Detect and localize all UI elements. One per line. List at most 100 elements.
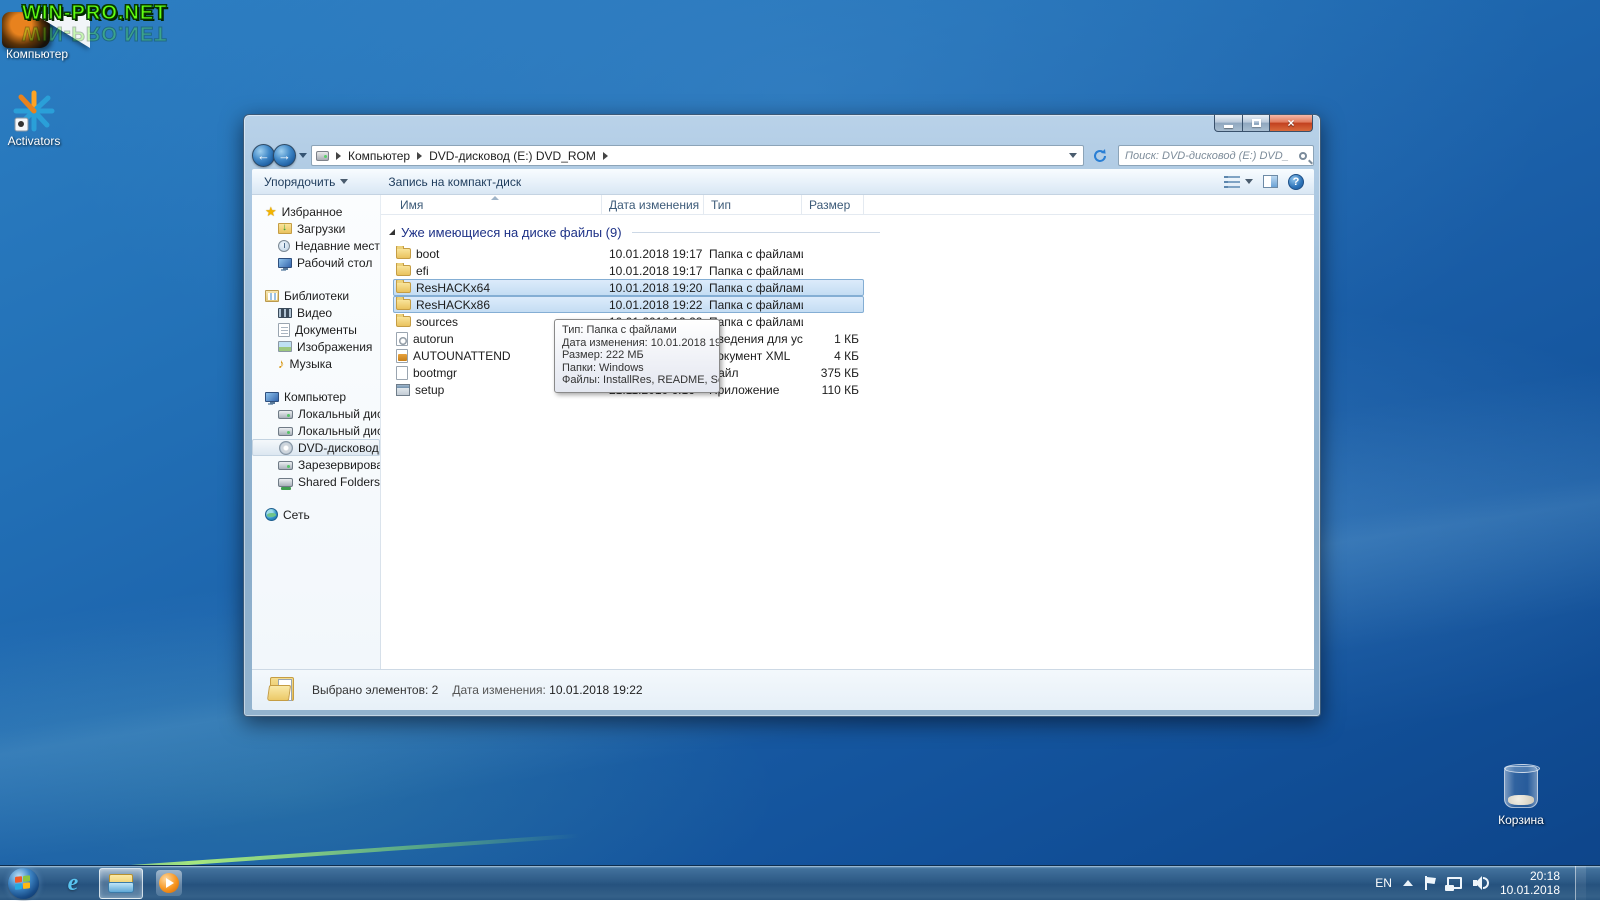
address-bar[interactable]: Компьютер DVD-дисковод (E:) DVD_ROM — [311, 145, 1084, 166]
organize-label: Упорядочить — [264, 175, 335, 189]
file-name: ResHACKx86 — [416, 298, 490, 312]
sidebar-label: Избранное — [282, 205, 343, 219]
column-header-date[interactable]: Дата изменения — [602, 195, 704, 214]
music-icon: ♪ — [278, 358, 285, 370]
change-view-button[interactable] — [1224, 176, 1253, 188]
file-row-reshackx64[interactable]: ResHACKx64 10.01.2018 19:20 Папка с файл… — [393, 279, 864, 296]
sidebar-item-pictures[interactable]: Изображения — [252, 338, 380, 355]
sidebar-item-documents[interactable]: Документы — [252, 321, 380, 338]
sidebar-item-network[interactable]: Сеть — [252, 506, 380, 523]
taskbar-item-internet-explorer[interactable]: e — [51, 868, 95, 899]
file-rows: boot 10.01.2018 19:17 Папка с файлами ef… — [381, 245, 1314, 398]
burn-disc-button[interactable]: Запись на компакт-диск — [376, 171, 533, 193]
sidebar-item-video[interactable]: Видео — [252, 304, 380, 321]
action-center-flag-icon[interactable] — [1424, 876, 1436, 890]
sidebar-item-music[interactable]: ♪ Музыка — [252, 355, 380, 372]
chevron-down-icon — [340, 179, 348, 184]
file-name: autorun — [413, 332, 454, 346]
blank-file-icon — [396, 366, 408, 380]
sidebar-label: Видео — [297, 306, 332, 320]
file-size — [803, 314, 859, 329]
group-header-label: Уже имеющиеся на диске файлы (9) — [401, 225, 622, 240]
windows-flag-icon — [15, 875, 31, 891]
network-tray-icon[interactable] — [1447, 877, 1462, 889]
column-label: Имя — [400, 198, 423, 212]
taskbar-item-media-player[interactable] — [147, 868, 191, 899]
sidebar-item-disk-c[interactable]: Локальный диск (C — [252, 405, 380, 422]
folder-info-tooltip: Тип: Папка с файлами Дата изменения: 10.… — [554, 319, 720, 393]
search-input[interactable] — [1119, 150, 1289, 162]
search-box[interactable] — [1118, 145, 1314, 166]
minimize-button[interactable] — [1214, 115, 1243, 132]
sidebar-item-libraries[interactable]: Библиотеки — [252, 287, 380, 304]
file-size: 1 КБ — [803, 331, 859, 346]
sidebar-item-desktop[interactable]: Рабочий стол — [252, 254, 380, 271]
recycle-bin-icon — [1504, 766, 1538, 808]
close-button[interactable]: × — [1270, 115, 1313, 132]
help-button[interactable]: ? — [1288, 174, 1304, 190]
back-button[interactable]: ← — [252, 144, 275, 167]
desktop-icon-recycle-bin[interactable]: Корзина — [1482, 766, 1560, 827]
sidebar-item-reserved[interactable]: Зарезервировано с — [252, 456, 380, 473]
file-name: ResHACKx64 — [416, 281, 490, 295]
file-size: 375 КБ — [803, 365, 859, 380]
show-desktop-button[interactable] — [1575, 866, 1586, 901]
sidebar-item-downloads[interactable]: Загрузки — [252, 220, 380, 237]
star-icon: ★ — [265, 205, 277, 218]
folder-icon — [396, 265, 411, 276]
sidebar-item-recent[interactable]: Недавние места — [252, 237, 380, 254]
desktop-icon-activators[interactable]: Activators — [4, 88, 64, 148]
show-hidden-icons-button[interactable] — [1403, 880, 1413, 886]
maximize-button[interactable] — [1243, 115, 1270, 132]
breadcrumb-drive[interactable]: DVD-дисковод (E:) DVD_ROM — [429, 149, 596, 163]
sidebar-label: Компьютер — [284, 390, 346, 404]
column-headers: Имя Дата изменения Тип Размер — [381, 195, 1314, 215]
chevron-down-icon — [1245, 179, 1253, 184]
file-type: Папка с файлами — [705, 297, 803, 312]
computer-icon — [265, 392, 279, 402]
column-label: Размер — [809, 198, 850, 212]
clock[interactable]: 20:18 10.01.2018 — [1500, 869, 1560, 897]
recent-pages-dropdown[interactable] — [299, 153, 307, 158]
desktop-wallpaper: WIN-PRO.NET WIN-PRO.NET Компьютер Activa… — [0, 0, 1600, 900]
file-size: 4 КБ — [803, 348, 859, 363]
sidebar-item-disk-d[interactable]: Локальный диск (D — [252, 422, 380, 439]
status-modified-value: 10.01.2018 19:22 — [549, 683, 642, 697]
sidebar-item-shared-folders[interactable]: Shared Folders (\\vn — [252, 473, 380, 490]
help-icon: ? — [1293, 176, 1300, 188]
recycle-bin-label: Корзина — [1482, 813, 1560, 827]
tooltip-folders-line: Папки: Windows — [562, 362, 712, 375]
group-header[interactable]: Уже имеющиеся на диске файлы (9) — [389, 223, 1306, 241]
file-row-reshackx86[interactable]: ResHACKx86 10.01.2018 19:22 Папка с файл… — [393, 296, 864, 313]
file-row-efi[interactable]: efi 10.01.2018 19:17 Папка с файлами — [393, 262, 864, 279]
hdd-icon — [278, 461, 293, 470]
burn-label: Запись на компакт-диск — [388, 175, 521, 189]
file-date: 10.01.2018 19:22 — [603, 297, 705, 312]
breadcrumb-computer[interactable]: Компьютер — [348, 149, 410, 163]
volume-tray-icon[interactable] — [1473, 876, 1489, 890]
refresh-button[interactable] — [1090, 145, 1110, 166]
sidebar-item-favorites[interactable]: ★ Избранное — [252, 203, 380, 220]
sidebar-label: Недавние места — [295, 239, 380, 253]
organize-menu-button[interactable]: Упорядочить — [252, 171, 360, 193]
sidebar-item-dvd-drive[interactable]: DVD-дисковод (E:) D — [252, 439, 380, 456]
sidebar-label: Загрузки — [297, 222, 345, 236]
sidebar-label: Музыка — [290, 357, 332, 371]
sidebar-item-computer[interactable]: Компьютер — [252, 388, 380, 405]
start-button[interactable] — [8, 868, 39, 899]
network-drive-icon — [278, 478, 293, 487]
winpro-logo-text: WIN-PRO.NET — [22, 2, 167, 25]
address-dropdown-icon[interactable] — [1069, 153, 1077, 158]
language-indicator[interactable]: EN — [1375, 876, 1392, 890]
column-header-type[interactable]: Тип — [704, 195, 802, 214]
column-header-size[interactable]: Размер — [802, 195, 864, 214]
file-name: AUTOUNATTEND — [413, 349, 511, 363]
file-size — [803, 263, 859, 278]
file-row-boot[interactable]: boot 10.01.2018 19:17 Папка с файлами — [393, 245, 864, 262]
taskbar-item-explorer-active[interactable] — [99, 868, 143, 899]
close-icon: × — [1287, 116, 1294, 130]
preview-pane-button[interactable] — [1263, 175, 1278, 188]
sidebar-label: Shared Folders (\\vn — [298, 475, 380, 489]
desktop-icon-computer[interactable]: WIN-PRO.NET WIN-PRO.NET Компьютер — [0, 0, 230, 70]
forward-button[interactable]: → — [273, 144, 296, 167]
